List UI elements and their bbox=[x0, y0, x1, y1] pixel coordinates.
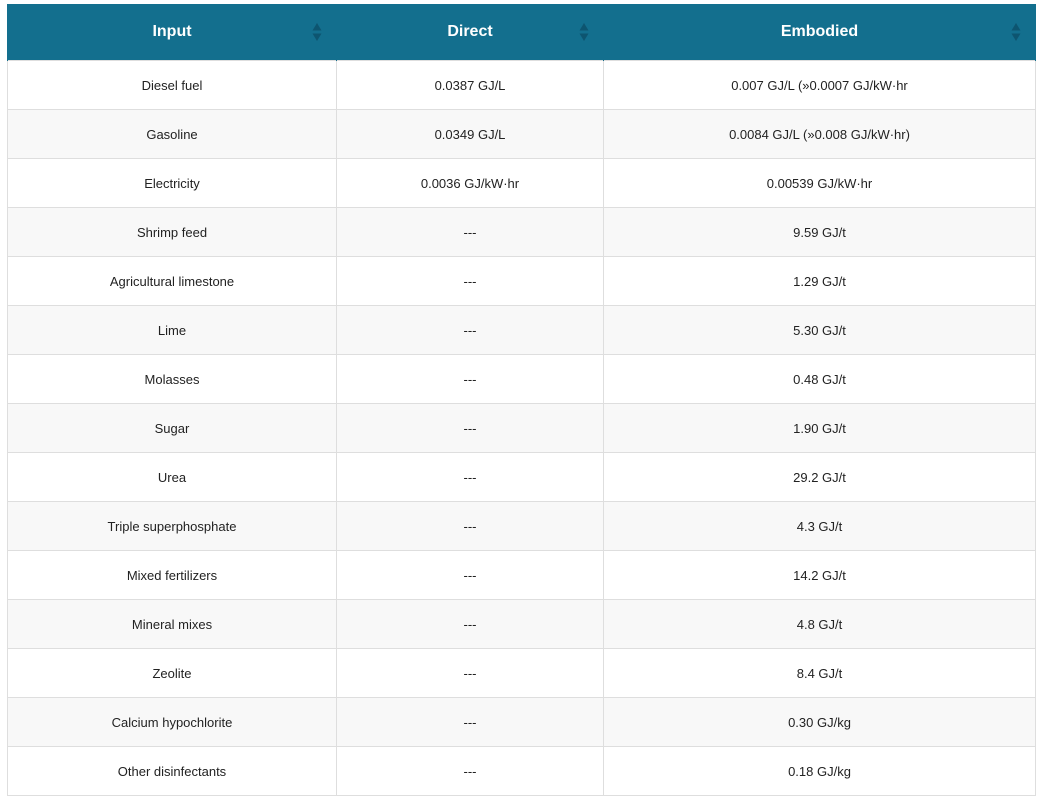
column-header-input[interactable]: Input bbox=[7, 4, 337, 61]
table-cell-input: Lime bbox=[7, 305, 337, 355]
table-row: Shrimp feed --- 9.59 GJ/t bbox=[7, 207, 1036, 257]
table-cell-direct: --- bbox=[336, 403, 604, 453]
sort-icon[interactable] bbox=[312, 22, 322, 42]
table-cell-embodied: 0.48 GJ/t bbox=[603, 354, 1036, 404]
table-cell-direct: --- bbox=[336, 746, 604, 796]
table-cell-direct: 0.0387 GJ/L bbox=[336, 60, 604, 110]
table-row: Urea --- 29.2 GJ/t bbox=[7, 452, 1036, 502]
table-cell-input: Electricity bbox=[7, 158, 337, 208]
table-cell-direct: --- bbox=[336, 501, 604, 551]
table-cell-direct: --- bbox=[336, 697, 604, 747]
table-cell-embodied: 5.30 GJ/t bbox=[603, 305, 1036, 355]
table-cell-direct: --- bbox=[336, 550, 604, 600]
energy-inputs-table-container: Input Direct Embodied Diesel fuel 0.0387… bbox=[7, 4, 1036, 796]
header-row: Input Direct Embodied bbox=[7, 4, 1036, 61]
table-row: Mixed fertilizers --- 14.2 GJ/t bbox=[7, 550, 1036, 600]
table-row: Lime --- 5.30 GJ/t bbox=[7, 305, 1036, 355]
table-cell-embodied: 4.3 GJ/t bbox=[603, 501, 1036, 551]
table-cell-input: Gasoline bbox=[7, 109, 337, 159]
table-cell-direct: --- bbox=[336, 452, 604, 502]
table-cell-embodied: 4.8 GJ/t bbox=[603, 599, 1036, 649]
table-row: Electricity 0.0036 GJ/kW·hr 0.00539 GJ/kW·… bbox=[7, 158, 1036, 208]
column-header-label: Input bbox=[152, 23, 192, 40]
table-cell-embodied: 1.90 GJ/t bbox=[603, 403, 1036, 453]
table-cell-direct: --- bbox=[336, 648, 604, 698]
table-cell-embodied: 9.59 GJ/t bbox=[603, 207, 1036, 257]
sort-icon[interactable] bbox=[1011, 22, 1021, 42]
table-cell-embodied: 0.00539 GJ/kW·hr bbox=[603, 158, 1036, 208]
table-cell-embodied: 14.2 GJ/t bbox=[603, 550, 1036, 600]
table-cell-input: Urea bbox=[7, 452, 337, 502]
table-cell-input: Sugar bbox=[7, 403, 337, 453]
table-cell-direct: --- bbox=[336, 354, 604, 404]
table-cell-direct: --- bbox=[336, 207, 604, 257]
table-body: Diesel fuel 0.0387 GJ/L 0.007 GJ/L (»0.000… bbox=[7, 60, 1036, 796]
table-row: Mineral mixes --- 4.8 GJ/t bbox=[7, 599, 1036, 649]
table-row: Gasoline 0.0349 GJ/L 0.0084 GJ/L (»0.008 G… bbox=[7, 109, 1036, 159]
table-cell-embodied: 1.29 GJ/t bbox=[603, 256, 1036, 306]
table-cell-input: Mixed fertilizers bbox=[7, 550, 337, 600]
table-cell-direct: --- bbox=[336, 599, 604, 649]
table-row: Molasses --- 0.48 GJ/t bbox=[7, 354, 1036, 404]
table-cell-embodied: 29.2 GJ/t bbox=[603, 452, 1036, 502]
table-cell-input: Calcium hypochlorite bbox=[7, 697, 337, 747]
table-cell-direct: --- bbox=[336, 305, 604, 355]
table-row: Triple superphosphate --- 4.3 GJ/t bbox=[7, 501, 1036, 551]
table-cell-input: Zeolite bbox=[7, 648, 337, 698]
column-header-label: Direct bbox=[447, 23, 493, 40]
table-cell-input: Diesel fuel bbox=[7, 60, 337, 110]
table-row: Other disinfectants --- 0.18 GJ/kg bbox=[7, 746, 1036, 796]
table-cell-embodied: 0.18 GJ/kg bbox=[603, 746, 1036, 796]
table-row: Sugar --- 1.90 GJ/t bbox=[7, 403, 1036, 453]
table-cell-input: Molasses bbox=[7, 354, 337, 404]
column-header-direct[interactable]: Direct bbox=[336, 4, 604, 61]
table-cell-input: Mineral mixes bbox=[7, 599, 337, 649]
column-header-embodied[interactable]: Embodied bbox=[603, 4, 1036, 61]
column-header-label: Embodied bbox=[780, 23, 859, 40]
table-row: Calcium hypochlorite --- 0.30 GJ/kg bbox=[7, 697, 1036, 747]
energy-inputs-table: Input Direct Embodied Diesel fuel 0.0387… bbox=[7, 4, 1036, 796]
table-cell-embodied: 0.30 GJ/kg bbox=[603, 697, 1036, 747]
table-cell-direct: 0.0036 GJ/kW·hr bbox=[336, 158, 604, 208]
table-row: Diesel fuel 0.0387 GJ/L 0.007 GJ/L (»0.000… bbox=[7, 60, 1036, 110]
sort-icon[interactable] bbox=[579, 22, 589, 42]
table-row: Zeolite --- 8.4 GJ/t bbox=[7, 648, 1036, 698]
table-cell-input: Agricultural limestone bbox=[7, 256, 337, 306]
table-cell-embodied: 8.4 GJ/t bbox=[603, 648, 1036, 698]
table-cell-embodied: 0.007 GJ/L (»0.0007 GJ/kW·hr bbox=[603, 60, 1036, 110]
table-cell-input: Other disinfectants bbox=[7, 746, 337, 796]
table-cell-embodied: 0.0084 GJ/L (»0.008 GJ/kW·hr) bbox=[603, 109, 1036, 159]
table-cell-direct: 0.0349 GJ/L bbox=[336, 109, 604, 159]
table-cell-input: Shrimp feed bbox=[7, 207, 337, 257]
table-cell-input: Triple superphosphate bbox=[7, 501, 337, 551]
table-cell-direct: --- bbox=[336, 256, 604, 306]
table-row: Agricultural limestone --- 1.29 GJ/t bbox=[7, 256, 1036, 306]
